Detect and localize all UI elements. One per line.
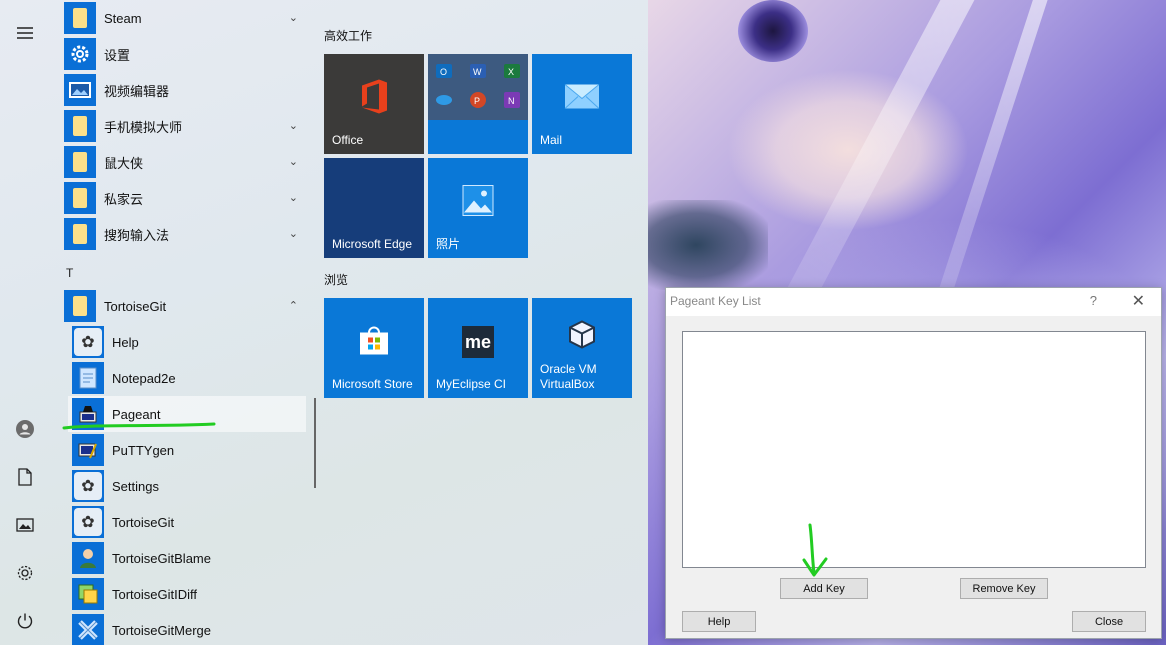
app-steam-folder[interactable]: Steam ⌄ xyxy=(60,0,306,36)
app-tortoisegitblame[interactable]: TortoiseGitBlame xyxy=(68,540,306,576)
chevron-down-icon: ⌄ xyxy=(288,228,298,240)
app-sogou-folder[interactable]: 搜狗输入法 ⌄ xyxy=(60,216,306,252)
start-rail xyxy=(0,0,48,645)
app-video-editor[interactable]: 视频编辑器 xyxy=(60,72,306,108)
power-icon[interactable] xyxy=(12,608,38,634)
chevron-down-icon: ⌄ xyxy=(288,120,298,132)
notepad-icon xyxy=(72,362,104,394)
app-pageant[interactable]: Pageant xyxy=(68,396,306,432)
pageant-icon xyxy=(72,398,104,430)
dialog-title: Pageant Key List xyxy=(670,294,761,308)
help-icon[interactable]: ? xyxy=(1090,293,1097,308)
chevron-down-icon: ⌄ xyxy=(288,192,298,204)
office-apps-icon: O W X P N xyxy=(436,64,520,108)
myeclipse-logo-text: me xyxy=(464,331,491,352)
start-menu: Steam ⌄ 设置 视频编辑器 手机模拟大师 ⌄ 鼠大侠 ⌄ 私家云 ⌄ 搜狗… xyxy=(0,0,648,645)
app-tortoisegitmerge[interactable]: TortoiseGitMerge xyxy=(68,612,306,645)
key-list-box[interactable] xyxy=(682,331,1146,568)
blame-icon xyxy=(72,542,104,574)
tile-office[interactable]: Office xyxy=(324,54,424,154)
app-tortoise-settings[interactable]: ✿ Settings xyxy=(68,468,306,504)
tile-mail[interactable]: Mail xyxy=(532,54,632,154)
tile-photos[interactable]: 照片 xyxy=(428,158,528,258)
folder-icon xyxy=(64,218,96,250)
hamburger-menu-icon[interactable] xyxy=(12,20,38,46)
close-button[interactable]: Close xyxy=(1072,611,1146,632)
app-tortoisegit[interactable]: ✿ TortoiseGit xyxy=(68,504,306,540)
folder-icon xyxy=(64,2,96,34)
app-shudaxia-folder[interactable]: 鼠大侠 ⌄ xyxy=(60,144,306,180)
pageant-key-list-dialog: Pageant Key List ? ✕ Add Key Remove Key … xyxy=(665,287,1162,639)
pictures-icon[interactable] xyxy=(12,512,38,538)
tile-group-title-productivity[interactable]: 高效工作 xyxy=(324,27,372,44)
remove-key-button[interactable]: Remove Key xyxy=(960,578,1048,599)
app-tortoisegit-folder[interactable]: TortoiseGit ⌃ xyxy=(60,288,306,324)
user-icon[interactable] xyxy=(12,416,38,442)
svg-text:P: P xyxy=(474,96,480,106)
document-icon[interactable] xyxy=(12,464,38,490)
chevron-down-icon: ⌄ xyxy=(288,156,298,168)
virtualbox-icon xyxy=(567,320,597,353)
tortoise-icon: ✿ xyxy=(72,470,104,502)
app-help[interactable]: ✿ Help xyxy=(68,324,306,360)
tile-group-title-browse[interactable]: 浏览 xyxy=(324,271,348,288)
app-private-cloud-folder[interactable]: 私家云 ⌄ xyxy=(60,180,306,216)
video-editor-icon xyxy=(64,74,96,106)
app-phone-emulator-folder[interactable]: 手机模拟大师 ⌄ xyxy=(60,108,306,144)
tile-myeclipse[interactable]: me MyEclipse CI xyxy=(428,298,528,398)
mail-icon xyxy=(564,84,600,113)
app-puttygen[interactable]: PuTTYgen xyxy=(68,432,306,468)
svg-text:O: O xyxy=(440,67,447,77)
photos-icon xyxy=(462,185,494,220)
myeclipse-icon: me xyxy=(462,326,494,358)
app-list: Steam ⌄ 设置 视频编辑器 手机模拟大师 ⌄ 鼠大侠 ⌄ 私家云 ⌄ 搜狗… xyxy=(60,0,310,645)
puttygen-icon xyxy=(72,434,104,466)
section-letter-t[interactable]: T xyxy=(66,266,73,280)
tile-office-apps[interactable]: O W X P N xyxy=(428,54,528,154)
close-icon[interactable]: ✕ xyxy=(1132,291,1145,311)
folder-icon xyxy=(64,110,96,142)
wallpaper-eye xyxy=(738,0,808,62)
chevron-down-icon: ⌄ xyxy=(288,12,298,24)
svg-text:W: W xyxy=(473,67,482,77)
folder-icon xyxy=(64,290,96,322)
chevron-up-icon: ⌃ xyxy=(288,300,298,312)
tiles-area: 高效工作 Office O W X P N Mail Microsoft Edg… xyxy=(324,0,644,645)
tortoise-icon: ✿ xyxy=(72,326,104,358)
office-icon xyxy=(359,79,389,118)
merge-icon xyxy=(72,614,104,645)
tile-virtualbox[interactable]: Oracle VM VirtualBox xyxy=(532,298,632,398)
dialog-title-bar[interactable]: Pageant Key List ? ✕ xyxy=(666,288,1161,316)
app-list-scrollbar[interactable] xyxy=(314,398,316,488)
help-button[interactable]: Help xyxy=(682,611,756,632)
app-settings-cn[interactable]: 设置 xyxy=(60,36,306,72)
tortoise-icon: ✿ xyxy=(72,506,104,538)
gear-icon xyxy=(64,38,96,70)
svg-text:N: N xyxy=(508,96,515,106)
app-tortoisegitidiff[interactable]: TortoiseGitIDiff xyxy=(68,576,306,612)
settings-icon[interactable] xyxy=(12,560,38,586)
idiff-icon xyxy=(72,578,104,610)
folder-icon xyxy=(64,146,96,178)
app-notepad2e[interactable]: Notepad2e xyxy=(68,360,306,396)
tile-microsoft-edge[interactable]: Microsoft Edge xyxy=(324,158,424,258)
svg-text:X: X xyxy=(508,67,514,77)
store-icon xyxy=(358,325,390,360)
tile-microsoft-store[interactable]: Microsoft Store xyxy=(324,298,424,398)
folder-icon xyxy=(64,182,96,214)
add-key-button[interactable]: Add Key xyxy=(780,578,868,599)
